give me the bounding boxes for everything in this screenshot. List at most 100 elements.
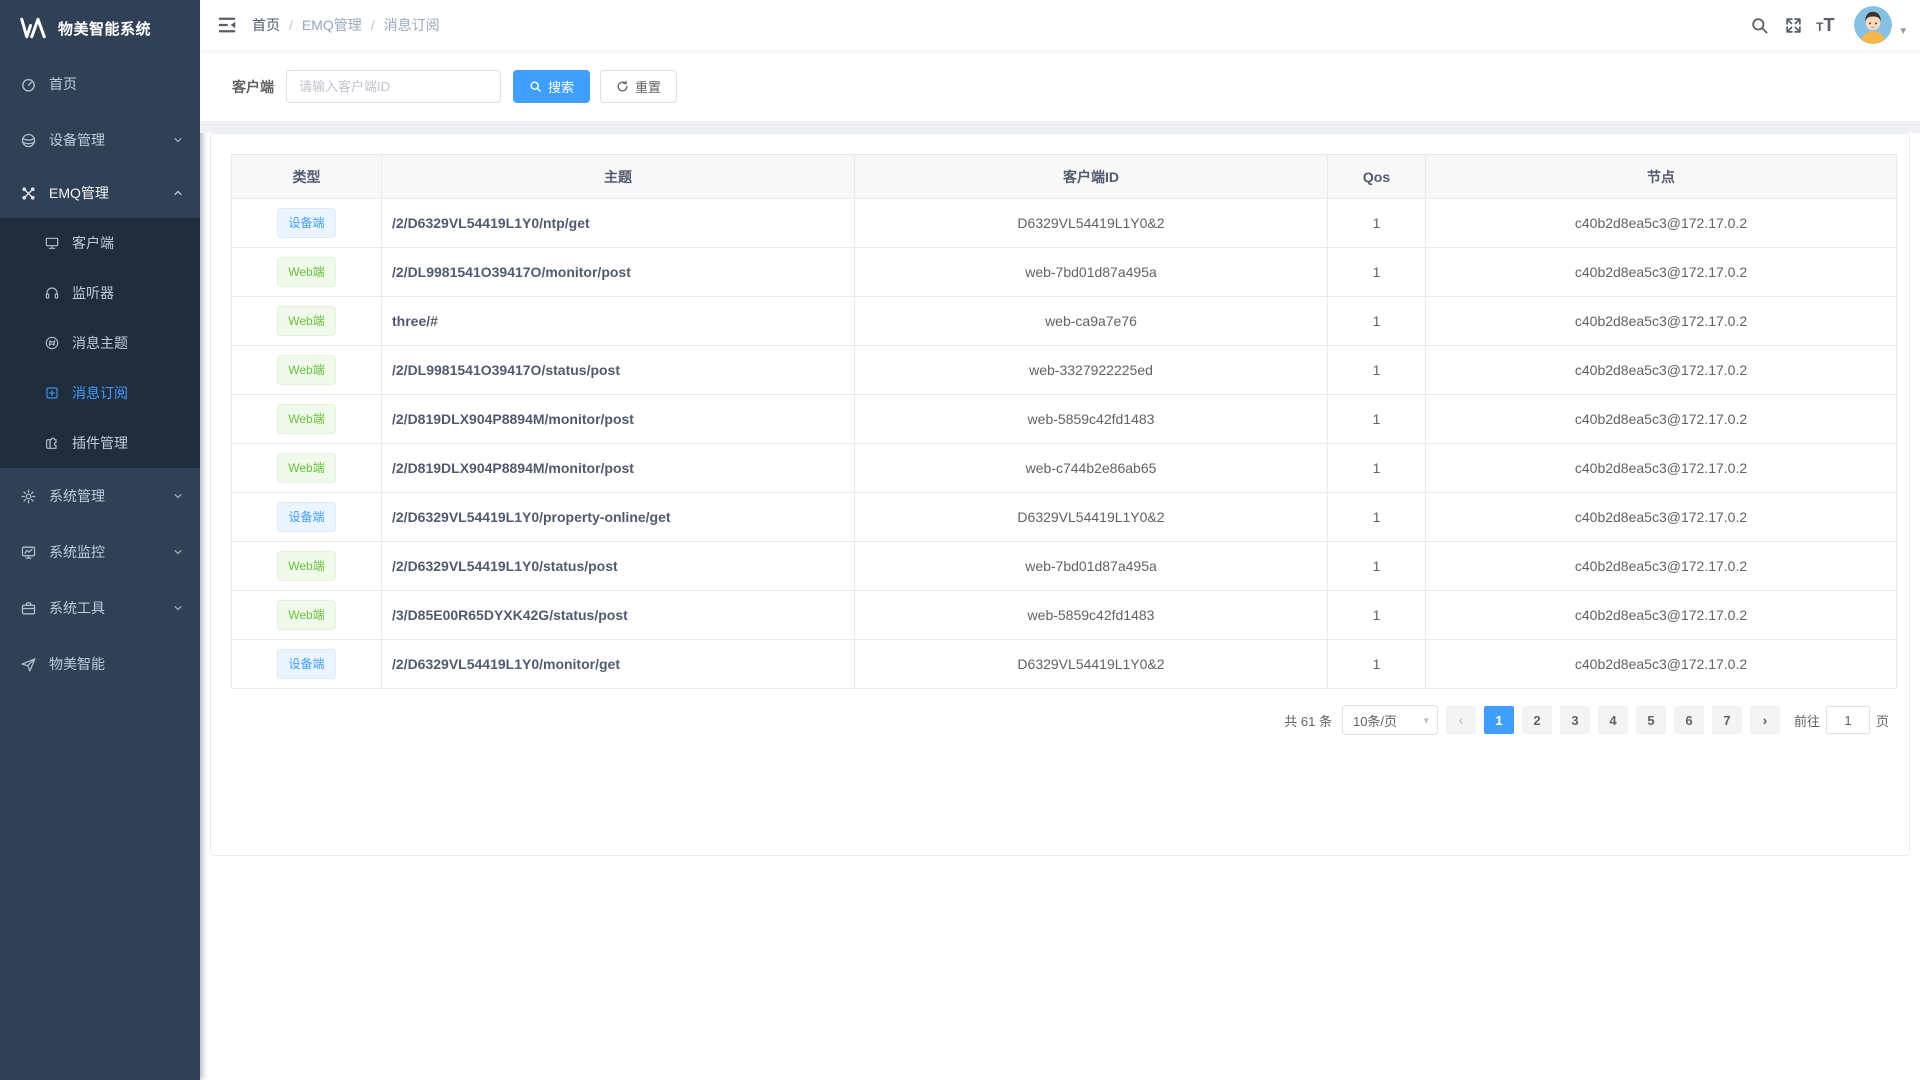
cell-qos: 1 [1328, 248, 1426, 297]
cell-qos: 1 [1328, 444, 1426, 493]
topic-hash-icon [44, 335, 60, 351]
sidebar-item-label: 客户端 [72, 233, 184, 253]
sidebar-toggle-icon[interactable] [216, 14, 238, 36]
cell-type: 设备端 [232, 640, 382, 689]
cell-topic: /2/D6329VL54419L1Y0/property-online/get [382, 493, 855, 542]
cell-qos: 1 [1328, 297, 1426, 346]
emq-submenu: 客户端 监听器 消息主题 [0, 218, 200, 468]
goto-label: 前往 [1794, 711, 1820, 730]
sidebar-item-label: 物美智能 [49, 654, 184, 674]
sidebar-item-emq-manage[interactable]: EMQ管理 [0, 168, 200, 218]
cell-node: c40b2d8ea5c3@172.17.0.2 [1426, 199, 1897, 248]
page-size-value: 10条/页 [1353, 711, 1397, 730]
monitor-chart-icon [20, 544, 37, 561]
table-row: Web端/2/D819DLX904P8894M/monitor/postweb-… [232, 395, 1897, 444]
client-id-input[interactable] [286, 70, 501, 103]
chevron-down-icon [172, 602, 184, 614]
user-menu[interactable]: ▾ [1854, 6, 1906, 44]
cell-qos: 1 [1328, 346, 1426, 395]
page-button-7[interactable]: 7 [1712, 706, 1742, 734]
sidebar-item-emq-client[interactable]: 客户端 [0, 218, 200, 268]
headset-icon [44, 285, 60, 301]
reset-button[interactable]: 重置 [600, 70, 677, 103]
cell-qos: 1 [1328, 591, 1426, 640]
paper-plane-icon [20, 656, 37, 673]
cell-node: c40b2d8ea5c3@172.17.0.2 [1426, 346, 1897, 395]
logo-icon [18, 13, 48, 43]
goto-page-input[interactable] [1826, 706, 1870, 734]
sidebar-item-system-monitor[interactable]: 系统监控 [0, 524, 200, 580]
logo-bar: 物美智能系统 [0, 0, 200, 56]
sidebar-menu: 首页 设备管理 EMQ管理 [0, 56, 200, 1080]
cell-client-id: web-7bd01d87a495a [855, 542, 1328, 591]
sidebar-item-emq-listener[interactable]: 监听器 [0, 268, 200, 318]
cell-qos: 1 [1328, 640, 1426, 689]
page-size-select[interactable]: 10条/页 ▾ [1342, 705, 1438, 735]
table-row: 设备端/2/D6329VL54419L1Y0/monitor/getD6329V… [232, 640, 1897, 689]
sidebar-item-device-manage[interactable]: 设备管理 [0, 112, 200, 168]
reset-button-label: 重置 [635, 77, 661, 96]
sidebar-item-system-manage[interactable]: 系统管理 [0, 468, 200, 524]
page-button-3[interactable]: 3 [1560, 706, 1590, 734]
page-button-4[interactable]: 4 [1598, 706, 1628, 734]
subscription-table: 类型 主题 客户端ID Qos 节点 设备端/2/D6329VL54419L1Y… [231, 154, 1897, 689]
cell-node: c40b2d8ea5c3@172.17.0.2 [1426, 640, 1897, 689]
page-button-6[interactable]: 6 [1674, 706, 1704, 734]
cell-topic: three/# [382, 297, 855, 346]
cell-node: c40b2d8ea5c3@172.17.0.2 [1426, 591, 1897, 640]
font-size-icon[interactable]: TT [1810, 15, 1840, 36]
next-page-button[interactable]: › [1750, 706, 1780, 734]
cell-type: Web端 [232, 444, 382, 493]
dashboard-icon [20, 76, 37, 93]
header-node: 节点 [1426, 155, 1897, 199]
cell-topic: /2/D6329VL54419L1Y0/status/post [382, 542, 855, 591]
page-button-2[interactable]: 2 [1522, 706, 1552, 734]
gear-icon [20, 488, 37, 505]
main-area: 首页 / EMQ管理 / 消息订阅 TT [200, 0, 1920, 1080]
cell-topic: /2/D6329VL54419L1Y0/monitor/get [382, 640, 855, 689]
client-field-label: 客户端 [232, 77, 274, 97]
table-row: 设备端/2/D6329VL54419L1Y0/property-online/g… [232, 493, 1897, 542]
device-tag: 设备端 [277, 208, 335, 238]
cell-topic: /2/DL9981541O39417O/monitor/post [382, 248, 855, 297]
search-icon[interactable] [1742, 8, 1776, 42]
table-row: Web端/2/DL9981541O39417O/status/postweb-3… [232, 346, 1897, 395]
emq-hub-icon [20, 185, 37, 202]
table-row: Web端/3/D85E00R65DYXK42G/status/postweb-5… [232, 591, 1897, 640]
chevron-down-icon: ▾ [1423, 714, 1429, 727]
sidebar-item-wumei-smart[interactable]: 物美智能 [0, 636, 200, 692]
caret-down-icon[interactable]: ▾ [1900, 24, 1906, 37]
sidebar-item-emq-topic[interactable]: 消息主题 [0, 318, 200, 368]
page-unit-label: 页 [1876, 711, 1889, 730]
cell-qos: 1 [1328, 542, 1426, 591]
sidebar-item-emq-plugin[interactable]: 插件管理 [0, 418, 200, 468]
table-row: Web端three/#web-ca9a7e761c40b2d8ea5c3@172… [232, 297, 1897, 346]
table-row: 设备端/2/D6329VL54419L1Y0/ntp/getD6329VL544… [232, 199, 1897, 248]
avatar[interactable] [1854, 6, 1892, 44]
cell-topic: /2/D819DLX904P8894M/monitor/post [382, 395, 855, 444]
cell-qos: 1 [1328, 199, 1426, 248]
search-button[interactable]: 搜索 [513, 70, 590, 103]
cell-type: Web端 [232, 297, 382, 346]
sidebar-item-home[interactable]: 首页 [0, 56, 200, 112]
cell-type: Web端 [232, 591, 382, 640]
subscribe-icon [44, 385, 60, 401]
breadcrumb-home[interactable]: 首页 [252, 15, 280, 35]
prev-page-button[interactable]: ‹ [1446, 706, 1476, 734]
cell-client-id: web-5859c42fd1483 [855, 395, 1328, 444]
page-button-1[interactable]: 1 [1484, 706, 1514, 734]
breadcrumb-separator: / [371, 17, 375, 33]
cell-client-id: web-7bd01d87a495a [855, 248, 1328, 297]
fullscreen-icon[interactable] [1776, 8, 1810, 42]
page-button-5[interactable]: 5 [1636, 706, 1666, 734]
cell-type: Web端 [232, 346, 382, 395]
table-row: Web端/2/D6329VL54419L1Y0/status/postweb-7… [232, 542, 1897, 591]
cell-client-id: D6329VL54419L1Y0&2 [855, 493, 1328, 542]
sidebar-item-emq-subscribe[interactable]: 消息订阅 [0, 368, 200, 418]
refresh-icon [616, 80, 629, 93]
cell-node: c40b2d8ea5c3@172.17.0.2 [1426, 248, 1897, 297]
device-globe-icon [20, 132, 37, 149]
cell-topic: /2/D6329VL54419L1Y0/ntp/get [382, 199, 855, 248]
device-tag: 设备端 [277, 502, 335, 532]
sidebar-item-system-tools[interactable]: 系统工具 [0, 580, 200, 636]
